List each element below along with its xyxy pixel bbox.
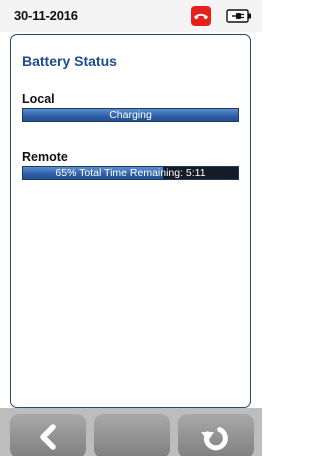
local-battery-bar: Charging bbox=[22, 108, 239, 122]
local-battery-text: Charging bbox=[109, 109, 152, 121]
battery-plug-icon bbox=[226, 9, 252, 23]
date-display: 30-11-2016 bbox=[14, 8, 78, 23]
remote-label: Remote bbox=[22, 150, 68, 164]
refresh-button[interactable] bbox=[178, 414, 254, 456]
back-button[interactable] bbox=[10, 414, 86, 456]
bottom-nav-bar bbox=[0, 408, 262, 456]
battery-status-screen: 30-11-2016 Battery Status Local Charging… bbox=[0, 0, 262, 456]
battery-status-panel: Battery Status Local Charging Remote 65%… bbox=[10, 34, 251, 408]
refresh-icon bbox=[201, 427, 228, 451]
back-arrow-icon bbox=[40, 424, 56, 450]
blank-button[interactable] bbox=[94, 414, 170, 456]
status-bar: 30-11-2016 bbox=[0, 0, 262, 32]
local-label: Local bbox=[22, 92, 55, 106]
remote-battery-bar: 65% Total Time Remaining: 5:11 bbox=[22, 166, 239, 180]
page-title: Battery Status bbox=[22, 53, 117, 69]
phone-hangup-icon[interactable] bbox=[191, 6, 211, 26]
remote-battery-text: 65% Total Time Remaining: 5:11 bbox=[55, 167, 206, 179]
